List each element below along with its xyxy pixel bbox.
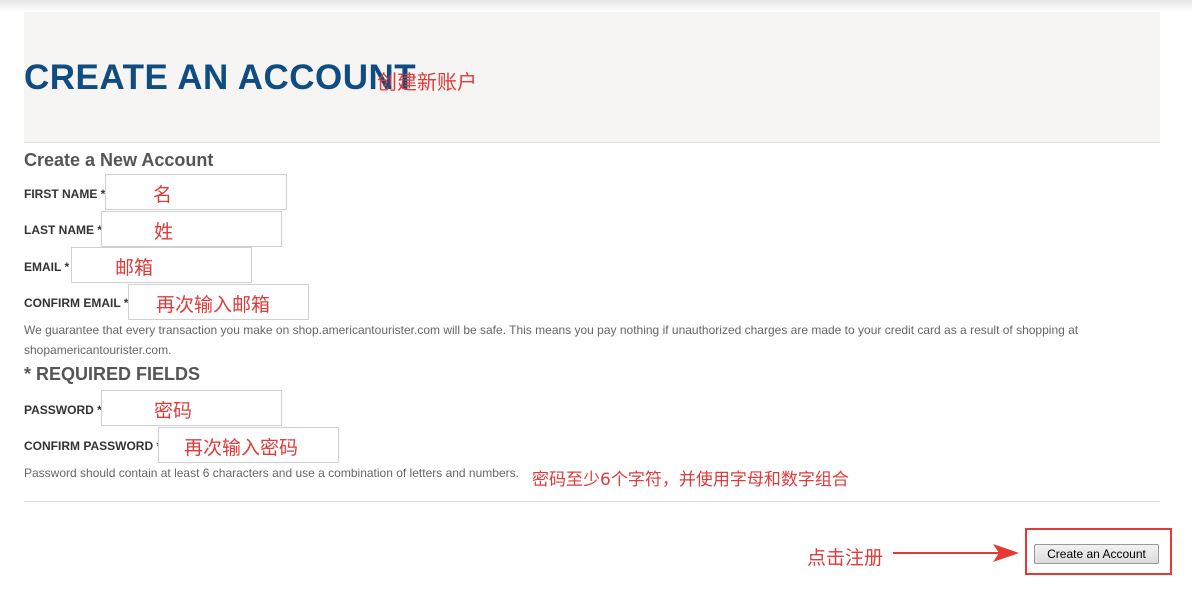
password-help-text: Password should contain at least 6 chara… [24,466,519,480]
confirm-email-label: CONFIRM EMAIL * [24,296,129,310]
form-divider [24,501,1160,502]
email-annotation: 邮箱 [115,257,154,279]
required-fields-note: * REQUIRED FIELDS [24,364,201,384]
password-label: PASSWORD * [24,403,102,417]
submit-annotation: 点击注册 [807,547,884,569]
first-name-label: FIRST NAME * [24,187,106,201]
confirm-password-label: CONFIRM PASSWORD * [24,439,162,453]
confirm-password-input[interactable]: 再次输入密码 [158,427,339,463]
password-help-annotation: 密码至少6个字符，并使用字母和数字组合 [532,470,849,490]
email-label: EMAIL * [24,260,70,274]
arrow-right-icon [893,544,1019,562]
first-name-annotation: 名 [153,184,173,206]
password-input[interactable]: 密码 [101,390,282,426]
section-title: Create a New Account [24,150,214,170]
last-name-input[interactable]: 姓 [101,211,282,247]
confirm-email-annotation: 再次输入邮箱 [156,294,271,316]
page-title: CREATE AN ACCOUNT [24,58,417,97]
guarantee-text: We guarantee that every transaction you … [24,323,1079,357]
create-account-button[interactable]: Create an Account [1034,544,1159,564]
password-annotation: 密码 [154,400,193,422]
last-name-annotation: 姓 [154,221,174,243]
title-annotation: 创建新账户 [377,70,477,94]
confirm-email-input[interactable]: 再次输入邮箱 [128,284,309,320]
first-name-input[interactable]: 名 [105,174,287,210]
top-shadow [0,0,1192,12]
confirm-password-annotation: 再次输入密码 [184,437,299,459]
last-name-label: LAST NAME * [24,223,102,237]
email-input[interactable]: 邮箱 [71,247,252,283]
